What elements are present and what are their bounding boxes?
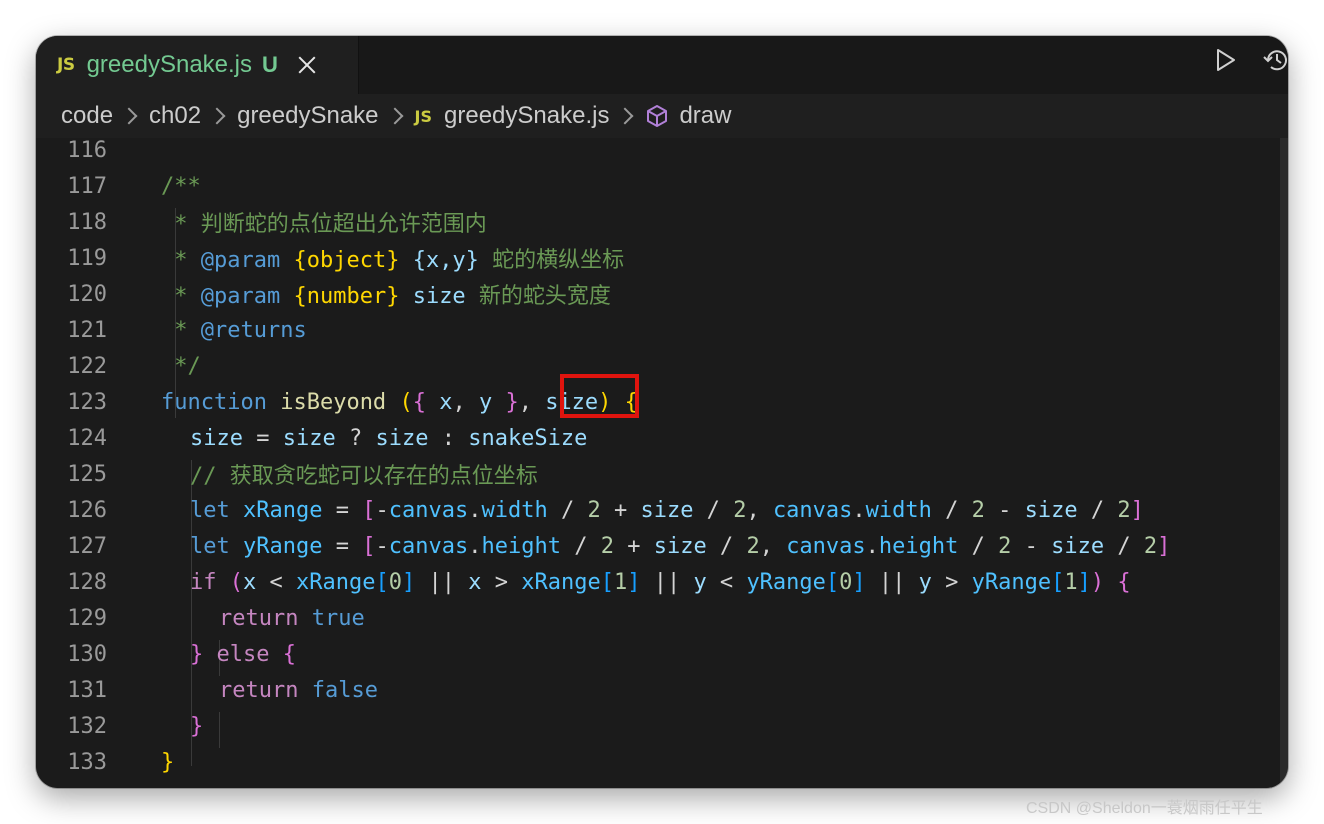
close-icon[interactable] [296, 54, 318, 76]
highlight-annotation [560, 374, 639, 418]
statement: let xRange = [-canvas.width / 2 + size /… [190, 497, 1144, 523]
jsdoc-line: * @param {number} size 新的蛇头宽度 [161, 284, 611, 309]
statement: return true [219, 605, 365, 631]
method-cube-icon [647, 105, 668, 127]
chevron-right-icon [616, 107, 634, 125]
comment: * 判断蛇的点位超出允许范围内 [161, 212, 487, 237]
code-line: 130 } else { [36, 636, 1280, 672]
comment: // 获取贪吃蛇可以存在的点位坐标 [190, 464, 538, 489]
closing-brace: } [190, 713, 204, 739]
chevron-right-icon [208, 107, 226, 125]
line-number: 119 [67, 245, 107, 271]
line-number: 116 [67, 137, 107, 163]
line-number: 122 [67, 353, 107, 379]
line-number: 128 [67, 569, 107, 595]
breadcrumb-item-symbol[interactable]: draw [679, 102, 731, 130]
line-number: 121 [67, 317, 107, 343]
code-line: 128 if (x < xRange[0] || x > xRange[1] |… [36, 564, 1280, 600]
line-number: 120 [67, 281, 107, 307]
line-number: 123 [67, 389, 107, 415]
chevron-right-icon [386, 107, 404, 125]
line-number: 125 [67, 461, 107, 487]
vertical-scrollbar[interactable] [1280, 138, 1288, 788]
tab-label: greedySnake.js [86, 51, 253, 78]
line-number: 131 [67, 677, 107, 703]
code-editor[interactable]: 116 117 /** 118 * 判断蛇的点位超出允许范围内 119 * @p… [36, 138, 1280, 788]
run-icon[interactable] [1213, 48, 1237, 72]
line-number: 130 [67, 641, 107, 667]
code-line: 116 [36, 132, 1280, 168]
code-line: 127 let yRange = [-canvas.height / 2 + s… [36, 528, 1280, 564]
code-line: 118 * 判断蛇的点位超出允许范围内 [36, 204, 1280, 240]
js-file-icon: JS [414, 106, 433, 126]
jsdoc-line: * @returns [161, 317, 307, 343]
code-line: 121 * @returns [36, 312, 1280, 348]
breadcrumb-item-ch02[interactable]: ch02 [149, 102, 201, 130]
line-number: 133 [67, 749, 107, 775]
code-line: 120 * @param {number} size 新的蛇头宽度 [36, 276, 1280, 312]
closing-brace: } [161, 749, 175, 775]
line-number: 132 [67, 713, 107, 739]
js-file-icon: JS [57, 55, 75, 75]
statement: let yRange = [-canvas.height / 2 + size … [190, 533, 1171, 559]
history-icon[interactable] [1262, 45, 1288, 75]
line-number: 126 [67, 497, 107, 523]
code-line: 129 return true [36, 600, 1280, 636]
if-statement: if (x < xRange[0] || x > xRange[1] || y … [190, 569, 1131, 595]
tab-greedysnake-js[interactable]: JS greedySnake.js U [36, 36, 359, 94]
line-number: 124 [67, 425, 107, 451]
breadcrumb-item-greedysnake[interactable]: greedySnake [237, 102, 378, 130]
code-line: 123 function isBeyond ({ x, y }, size) { [36, 384, 1280, 420]
code-line: 122 */ [36, 348, 1280, 384]
line-number: 117 [67, 173, 107, 199]
comment: */ [161, 353, 201, 379]
code-line: 131 return false [36, 672, 1280, 708]
breadcrumb-item-file[interactable]: greedySnake.js [444, 102, 609, 130]
jsdoc-line: * @param {object} {x,y} 蛇的横纵坐标 [161, 248, 625, 273]
statement: return false [219, 677, 378, 703]
tab-bar: JS greedySnake.js U [36, 36, 1288, 94]
breadcrumb-item-code[interactable]: code [61, 102, 113, 130]
statement: size = size ? size : snakeSize [190, 425, 588, 451]
watermark: CSDN @Sheldon一蓑烟雨任平生 [1026, 800, 1263, 817]
code-line: 117 /** [36, 168, 1280, 204]
line-number: 127 [67, 533, 107, 559]
untracked-badge: U [262, 52, 278, 77]
else-statement: } else { [190, 641, 296, 667]
code-line: 126 let xRange = [-canvas.width / 2 + si… [36, 492, 1280, 528]
code-line: 125 // 获取贪吃蛇可以存在的点位坐标 [36, 456, 1280, 492]
comment: /** [161, 173, 201, 199]
editor-window: JS greedySnake.js U code ch02 greedySnak… [36, 36, 1288, 788]
chevron-right-icon [120, 107, 138, 125]
code-line: 119 * @param {object} {x,y} 蛇的横纵坐标 [36, 240, 1280, 276]
code-line: 133 } [36, 744, 1280, 780]
line-number: 118 [67, 209, 107, 235]
code-line: 124 size = size ? size : snakeSize [36, 420, 1280, 456]
code-line: 132 } [36, 708, 1280, 744]
line-number: 129 [67, 605, 107, 631]
